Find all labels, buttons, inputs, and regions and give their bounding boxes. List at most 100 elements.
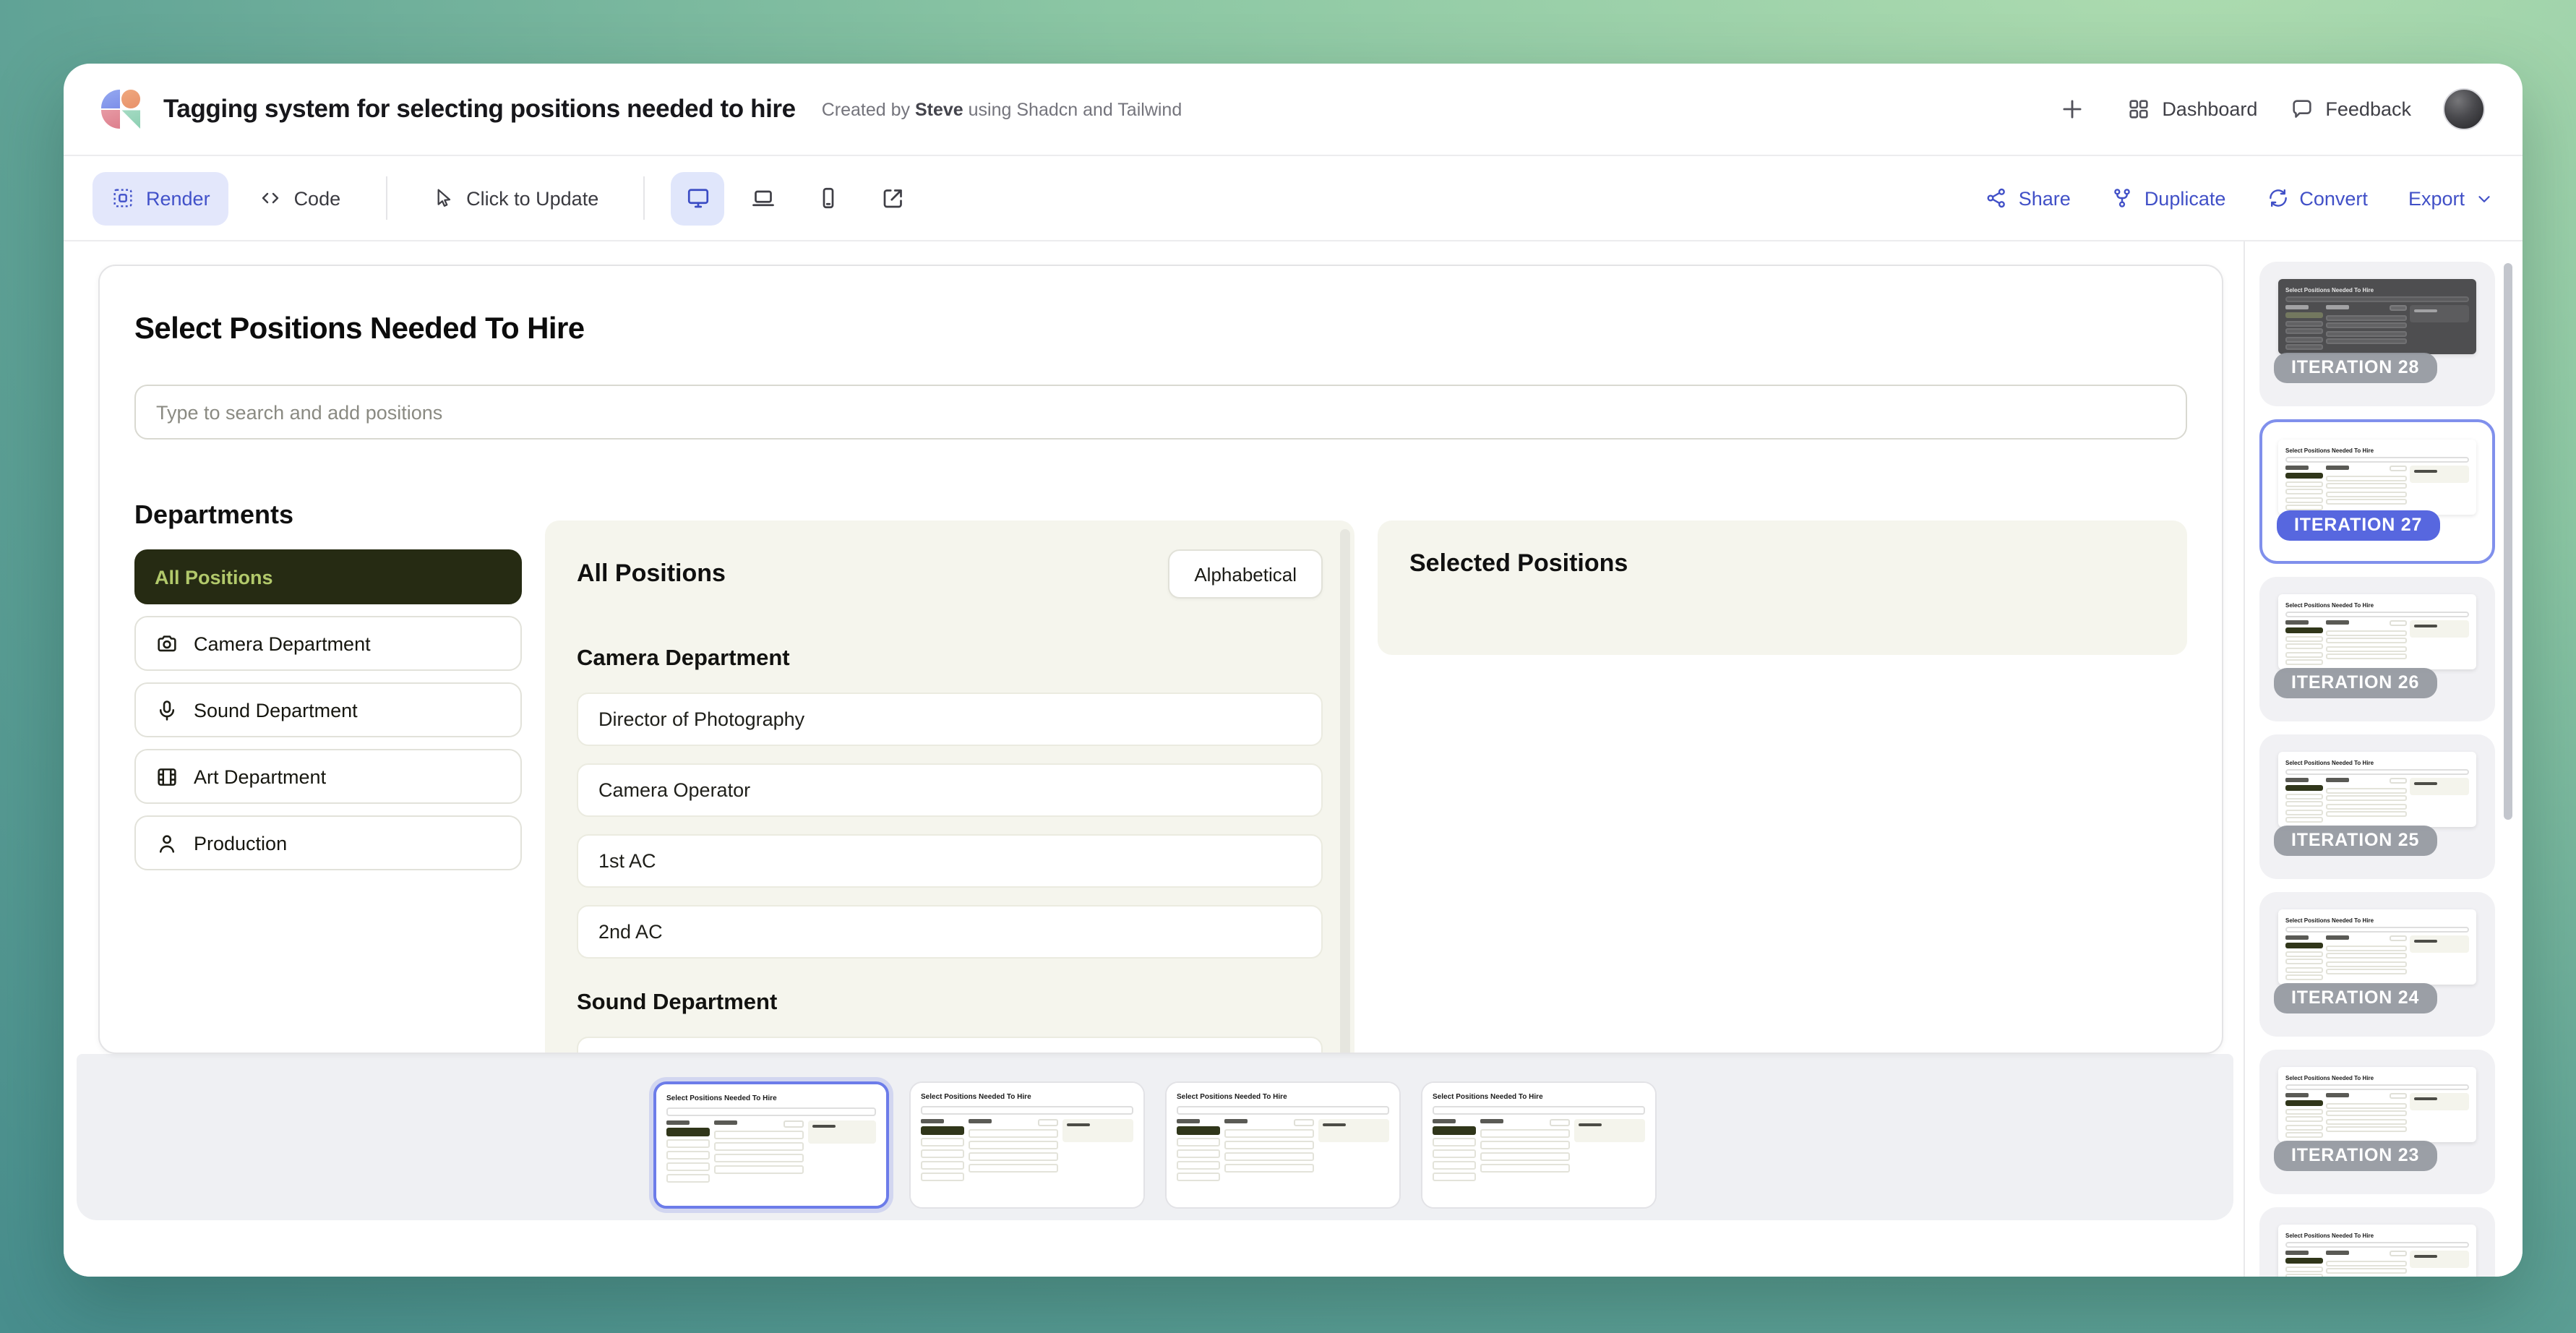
convert-button[interactable]: Convert (2266, 187, 2368, 210)
chevron-down-icon (2475, 189, 2494, 207)
department-label: Camera Department (194, 633, 371, 654)
position-item[interactable]: Camera Operator (577, 763, 1323, 817)
all-positions-heading: All Positions (577, 560, 726, 588)
mini-title: Select Positions Needed To Hire (2285, 447, 2469, 454)
ui-mini-preview: Select Positions Needed To Hire (1167, 1083, 1399, 1207)
app-window: Tagging system for selecting positions n… (64, 64, 2523, 1277)
ui-mini-preview: Select Positions Needed To Hire (656, 1084, 886, 1206)
department-button-sound[interactable]: Sound Department (134, 682, 522, 737)
film-icon (155, 764, 179, 789)
mini-search-bar (2285, 927, 2469, 933)
export-button[interactable]: Export (2408, 187, 2494, 209)
ui-mini-preview: Select Positions Needed To Hire (2278, 279, 2476, 354)
mini-search-bar (2285, 769, 2469, 775)
external-link-icon (880, 185, 906, 211)
mini-selected-panel (1574, 1119, 1645, 1142)
cursor-icon (432, 187, 455, 210)
device-laptop-button[interactable] (736, 171, 789, 225)
mini-selected-panel (2410, 620, 2469, 638)
mini-olive-button (2285, 472, 2323, 478)
iteration-list: Select Positions Needed To Hire ITERATIO… (2259, 262, 2494, 1277)
alphabetical-sort-button[interactable]: Alphabetical (1168, 549, 1323, 599)
render-tab[interactable]: Render (93, 171, 229, 225)
iteration-card[interactable]: Select Positions Needed To Hire (2259, 1207, 2495, 1277)
department-button-all-positions[interactable]: All Positions (134, 549, 522, 604)
render-label: Render (146, 187, 210, 209)
mini-olive-button (1177, 1126, 1220, 1134)
position-item[interactable]: 2nd AC (577, 905, 1323, 959)
window-header: Tagging system for selecting positions n… (64, 64, 2523, 156)
position-item[interactable]: 1st AC (577, 834, 1323, 888)
convert-label: Convert (2299, 187, 2368, 209)
sidebar-scrollbar[interactable] (2504, 263, 2512, 820)
version-thumbnail[interactable]: Select Positions Needed To Hire (1421, 1081, 1657, 1209)
code-tab[interactable]: Code (241, 171, 360, 225)
version-thumbnail[interactable]: Select Positions Needed To Hire (1165, 1081, 1401, 1209)
new-project-button[interactable] (2051, 87, 2094, 131)
app-preview: Select Positions Needed To Hire Departme… (98, 265, 2223, 1054)
ui-mini-preview: Select Positions Needed To Hire (1422, 1083, 1655, 1207)
version-thumbnail[interactable]: Select Positions Needed To Hire (653, 1081, 889, 1209)
search-input[interactable] (134, 385, 2187, 440)
dashboard-button[interactable]: Dashboard (2126, 97, 2257, 121)
mini-olive-button (1433, 1126, 1476, 1134)
all-positions-panel: All Positions Alphabetical Camera Depart… (545, 520, 1354, 1054)
iteration-badge: ITERATION 24 (2274, 983, 2437, 1013)
mini-selected-panel (2410, 778, 2469, 795)
mini-selected-panel (1318, 1119, 1389, 1142)
department-label: Production (194, 832, 287, 854)
positions-scrollbar[interactable] (1340, 529, 1350, 1054)
position-item[interactable]: Sound Mixer (577, 1037, 1323, 1054)
mini-olive-button (2285, 1257, 2323, 1263)
ui-mini-preview: Select Positions Needed To Hire (2278, 752, 2476, 827)
version-thumbnail[interactable]: Select Positions Needed To Hire (909, 1081, 1145, 1209)
iteration-card[interactable]: Select Positions Needed To Hire ITERATIO… (2259, 262, 2495, 406)
mini-search-bar (1177, 1106, 1389, 1115)
department-button-camera[interactable]: Camera Department (134, 616, 522, 671)
iteration-badge: ITERATION 23 (2274, 1141, 2437, 1171)
position-item[interactable]: Director of Photography (577, 693, 1323, 746)
iteration-card[interactable]: Select Positions Needed To Hire ITERATIO… (2259, 577, 2495, 721)
iteration-card[interactable]: Select Positions Needed To Hire ITERATIO… (2259, 734, 2495, 879)
mini-olive-button (2285, 1100, 2323, 1105)
code-icon (259, 187, 283, 210)
plus-icon (2058, 95, 2086, 123)
avatar[interactable] (2443, 88, 2485, 130)
camera-icon (155, 631, 179, 656)
departments-column: Departments All Positions Camera Departm… (134, 500, 522, 882)
department-button-art[interactable]: Art Department (134, 749, 522, 804)
mini-selected-panel (2410, 466, 2469, 483)
feedback-button[interactable]: Feedback (2289, 97, 2411, 121)
department-button-production[interactable]: Production (134, 815, 522, 870)
preview-canvas: Select Positions Needed To Hire Departme… (64, 241, 2244, 1277)
iteration-badge: ITERATION 28 (2274, 353, 2437, 383)
device-desktop-button[interactable] (671, 171, 724, 225)
share-nodes-icon (1985, 187, 2009, 210)
open-preview-button[interactable] (866, 171, 919, 225)
ui-mini-preview: Select Positions Needed To Hire (911, 1083, 1143, 1207)
creator-name: Steve (915, 99, 963, 119)
render-artboard-icon (111, 187, 134, 210)
device-mobile-button[interactable] (801, 171, 854, 225)
desktop-background: Tagging system for selecting positions n… (0, 0, 2576, 1333)
iteration-card[interactable]: Select Positions Needed To Hire ITERATIO… (2259, 419, 2495, 564)
department-label: All Positions (155, 566, 273, 588)
ui-mini-preview: Select Positions Needed To Hire (2278, 1067, 2476, 1142)
mini-title: Select Positions Needed To Hire (921, 1093, 1133, 1102)
duplicate-button[interactable]: Duplicate (2111, 187, 2226, 210)
convert-arrows-icon (2266, 187, 2289, 210)
group-heading-camera: Camera Department (577, 646, 1323, 672)
click-to-update-button[interactable]: Click to Update (413, 171, 617, 225)
page-title: Tagging system for selecting positions n… (163, 94, 796, 124)
share-button[interactable]: Share (1985, 187, 2071, 210)
mini-title: Select Positions Needed To Hire (2285, 759, 2469, 766)
mini-title: Select Positions Needed To Hire (2285, 601, 2469, 609)
mini-title: Select Positions Needed To Hire (2285, 917, 2469, 924)
phone-icon (815, 185, 841, 211)
selected-positions-heading: Selected Positions (1409, 549, 2155, 578)
mini-title: Select Positions Needed To Hire (2285, 1232, 2469, 1239)
mini-title: Select Positions Needed To Hire (2285, 1074, 2469, 1081)
ui-mini-preview: Select Positions Needed To Hire (2278, 440, 2476, 515)
iteration-card[interactable]: Select Positions Needed To Hire ITERATIO… (2259, 892, 2495, 1037)
iteration-card[interactable]: Select Positions Needed To Hire ITERATIO… (2259, 1050, 2495, 1194)
